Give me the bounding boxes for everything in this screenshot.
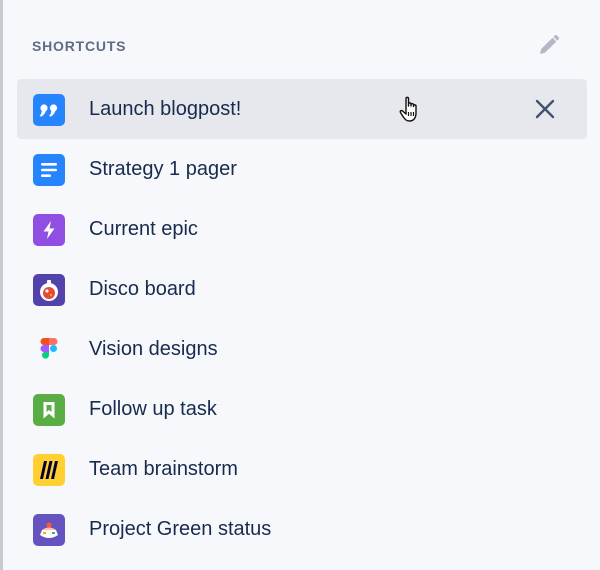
shortcuts-header: SHORTCUTS (32, 30, 572, 64)
cake-avatar-icon (33, 514, 65, 546)
close-icon (535, 99, 555, 119)
figma-icon (33, 334, 65, 366)
hand-cursor-icon (399, 96, 417, 122)
shortcut-label: Disco board (89, 278, 196, 300)
shortcut-item-strategy-1-pager[interactable]: Strategy 1 pager (17, 139, 587, 199)
lightning-icon (33, 214, 65, 246)
document-icon (33, 154, 65, 186)
shortcut-label: Team brainstorm (89, 458, 238, 480)
shortcut-item-launch-blogpost[interactable]: Launch blogpost! (17, 79, 587, 139)
remove-shortcut-button[interactable] (531, 95, 559, 123)
shortcut-label: Launch blogpost! (89, 98, 242, 120)
shortcut-label: Project Green status (89, 518, 272, 540)
shortcut-list: Launch blogpost! Strategy 1 pager Curren… (17, 79, 587, 559)
shortcuts-panel: SHORTCUTS Launch blogpost! Strategy 1 pa… (3, 0, 600, 570)
shortcut-label: Follow up task (89, 398, 217, 420)
shortcut-item-follow-up-task[interactable]: Follow up task (17, 379, 587, 439)
shortcut-item-current-epic[interactable]: Current epic (17, 199, 587, 259)
pencil-icon (540, 34, 560, 54)
shortcut-item-team-brainstorm[interactable]: Team brainstorm (17, 439, 587, 499)
shortcut-label: Strategy 1 pager (89, 158, 237, 180)
shortcut-label: Vision designs (89, 338, 218, 360)
edit-shortcuts-button[interactable] (532, 30, 564, 62)
shortcut-item-disco-board[interactable]: Disco board (17, 259, 587, 319)
shortcut-item-project-green-status[interactable]: Project Green status (17, 499, 587, 559)
section-title: SHORTCUTS (32, 38, 127, 54)
miro-icon (33, 454, 65, 486)
quote-icon (33, 94, 65, 126)
shortcut-item-vision-designs[interactable]: Vision designs (17, 319, 587, 379)
bookmark-icon (33, 394, 65, 426)
shortcut-label: Current epic (89, 218, 198, 240)
board-avatar-icon (33, 274, 65, 306)
